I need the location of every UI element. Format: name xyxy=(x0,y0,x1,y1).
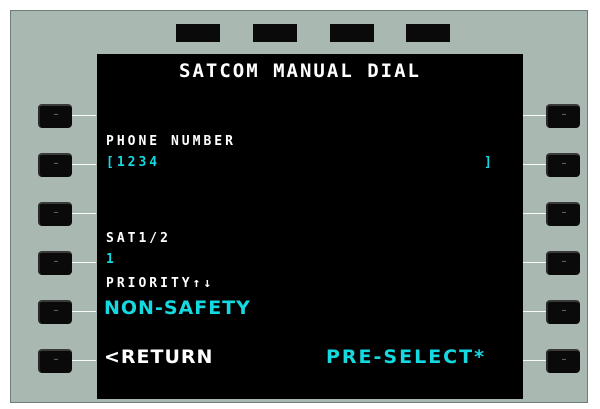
lsk-1l[interactable]: – xyxy=(38,104,72,128)
top-function-key-3[interactable] xyxy=(330,24,374,42)
lsk-3r-leader xyxy=(523,213,547,214)
lsk-5r[interactable]: – xyxy=(546,300,580,324)
lsk-1r[interactable]: – xyxy=(546,104,580,128)
lsk-6l-leader xyxy=(72,360,96,361)
pre-select-prompt: PRE-SELECT* xyxy=(326,346,487,368)
lsk-1l-leader xyxy=(72,115,96,116)
lsk-5r-leader xyxy=(523,311,547,312)
lsk-4r[interactable]: – xyxy=(546,251,580,275)
lsk-6l[interactable]: – xyxy=(38,349,72,373)
phone-number-bracket-close: ] xyxy=(484,155,495,170)
lsk-1r-leader xyxy=(523,115,547,116)
lsk-4r-leader xyxy=(523,262,547,263)
lsk-2r-leader xyxy=(523,164,547,165)
sat-select-label: SAT1/2 xyxy=(106,231,171,246)
priority-label: PRIORITY↑↓ xyxy=(106,276,215,291)
top-function-key-1[interactable] xyxy=(176,24,220,42)
lsk-5l[interactable]: – xyxy=(38,300,72,324)
top-function-key-2[interactable] xyxy=(253,24,297,42)
lsk-4l[interactable]: – xyxy=(38,251,72,275)
lsk-2r[interactable]: – xyxy=(546,153,580,177)
priority-value: NON-SAFETY xyxy=(104,297,251,319)
lsk-3l[interactable]: – xyxy=(38,202,72,226)
lsk-6r[interactable]: – xyxy=(546,349,580,373)
sat-select-value: 1 xyxy=(106,252,117,267)
lsk-2l-leader xyxy=(72,164,96,165)
lsk-3r[interactable]: – xyxy=(546,202,580,226)
lsk-6r-leader xyxy=(523,360,547,361)
lsk-4l-leader xyxy=(72,262,96,263)
lsk-3l-leader xyxy=(72,213,96,214)
phone-number-label: PHONE NUMBER xyxy=(106,134,236,149)
top-function-key-4[interactable] xyxy=(406,24,450,42)
page-title: SATCOM MANUAL DIAL xyxy=(179,60,421,82)
return-prompt: <RETURN xyxy=(104,346,214,368)
phone-number-entry: [1234 xyxy=(106,155,161,170)
lsk-2l[interactable]: – xyxy=(38,153,72,177)
lsk-5l-leader xyxy=(72,311,96,312)
